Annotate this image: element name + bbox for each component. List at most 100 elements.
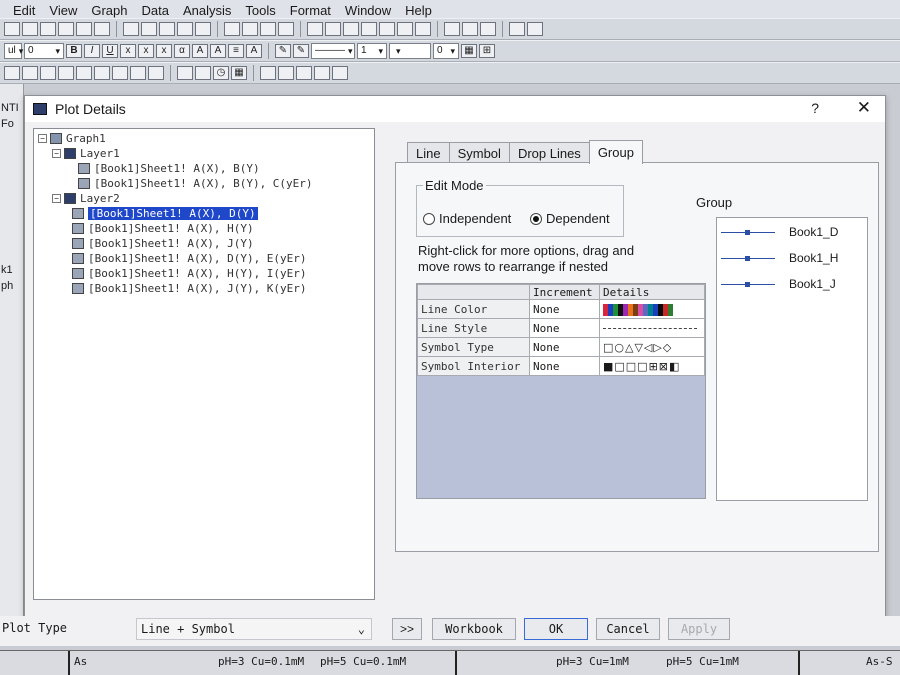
refresh-icon[interactable] bbox=[325, 22, 341, 36]
font-combo[interactable]: ul bbox=[4, 43, 22, 59]
top-x-axis-icon[interactable] bbox=[76, 66, 92, 80]
import-wizard-icon[interactable] bbox=[260, 22, 276, 36]
italic-icon[interactable]: I bbox=[84, 44, 100, 58]
copy-icon[interactable] bbox=[462, 22, 478, 36]
group-members-list[interactable]: Book1_D Book1_H Book1_J bbox=[716, 217, 868, 501]
superscript-icon[interactable]: x bbox=[120, 44, 136, 58]
import-ascii-icon[interactable] bbox=[224, 22, 240, 36]
group-member-item[interactable]: Book1_J bbox=[717, 274, 836, 294]
line-style-combo[interactable]: ——— bbox=[311, 43, 355, 59]
border-icon[interactable]: ⊞ bbox=[479, 44, 495, 58]
menu-data[interactable]: Data bbox=[135, 3, 176, 18]
open-template-icon[interactable] bbox=[141, 22, 157, 36]
menu-tools[interactable]: Tools bbox=[238, 3, 282, 18]
results-log-icon[interactable] bbox=[379, 22, 395, 36]
line-color-icon[interactable]: ✎ bbox=[275, 44, 291, 58]
menu-graph[interactable]: Graph bbox=[84, 3, 134, 18]
menu-analysis[interactable]: Analysis bbox=[176, 3, 238, 18]
recalculate-icon[interactable] bbox=[278, 22, 294, 36]
sub-superscript-icon[interactable]: x bbox=[156, 44, 172, 58]
collapse-icon[interactable]: − bbox=[38, 134, 47, 143]
new-layout-icon[interactable] bbox=[94, 22, 110, 36]
expand-button[interactable]: >> bbox=[392, 618, 422, 640]
paste-icon[interactable] bbox=[480, 22, 496, 36]
grid-icon[interactable]: ▦ bbox=[231, 66, 247, 80]
menu-edit[interactable]: Edit bbox=[6, 3, 42, 18]
inset-data-icon[interactable] bbox=[130, 66, 146, 80]
menu-help[interactable]: Help bbox=[398, 3, 439, 18]
command-window-icon[interactable] bbox=[397, 22, 413, 36]
new-sheet-icon[interactable] bbox=[527, 22, 543, 36]
plot-tree[interactable]: − Graph1 − Layer1 [Book1]Sheet1! A(X), B… bbox=[33, 128, 375, 600]
cut-icon[interactable] bbox=[444, 22, 460, 36]
tree-node-plot[interactable]: [Book1]Sheet1! A(X), J(Y) bbox=[38, 236, 370, 251]
reader-icon[interactable] bbox=[332, 66, 348, 80]
left-align-icon[interactable]: ≡ bbox=[228, 44, 244, 58]
save-icon[interactable] bbox=[177, 22, 193, 36]
open-icon[interactable] bbox=[123, 22, 139, 36]
cancel-button[interactable]: Cancel bbox=[596, 618, 660, 640]
details-cell-symbols[interactable]: □○△▽◁▷◇ bbox=[599, 337, 705, 357]
grid-row-line-style[interactable]: Line Style None bbox=[417, 318, 705, 338]
tab-line[interactable]: Line bbox=[407, 142, 450, 164]
tree-node-plot[interactable]: [Book1]Sheet1! A(X), D(Y), E(yEr) bbox=[38, 251, 370, 266]
mask-icon[interactable] bbox=[278, 66, 294, 80]
dialog-title-bar[interactable]: Plot Details bbox=[25, 96, 885, 122]
underline-icon[interactable]: U bbox=[102, 44, 118, 58]
grid-row-symbol-interior[interactable]: Symbol Interior None ■□□□⊞⊠◧ bbox=[417, 356, 705, 376]
new-project-icon[interactable] bbox=[4, 22, 20, 36]
menu-format[interactable]: Format bbox=[283, 3, 338, 18]
project-explorer-icon[interactable] bbox=[361, 22, 377, 36]
subscript-icon[interactable]: x bbox=[138, 44, 154, 58]
code-builder-icon[interactable] bbox=[415, 22, 431, 36]
tree-node-plot[interactable]: [Book1]Sheet1! A(X), H(Y) bbox=[38, 221, 370, 236]
tree-node-plot[interactable]: [Book1]Sheet1! A(X), B(Y) bbox=[38, 161, 370, 176]
tab-symbol[interactable]: Symbol bbox=[448, 142, 510, 164]
tree-node-plot[interactable]: [Book1]Sheet1! A(X), J(Y), K(yEr) bbox=[38, 281, 370, 296]
tree-node-plot[interactable]: [Book1]Sheet1! A(X), H(Y), I(yEr) bbox=[38, 266, 370, 281]
collapse-icon[interactable]: − bbox=[52, 194, 61, 203]
menu-window[interactable]: Window bbox=[338, 3, 398, 18]
workbook-button[interactable]: Workbook bbox=[432, 618, 516, 640]
tree-node-graph[interactable]: − Graph1 bbox=[38, 131, 370, 146]
collapse-icon[interactable]: − bbox=[52, 149, 61, 158]
table-icon[interactable] bbox=[195, 66, 211, 80]
new-function-icon[interactable] bbox=[76, 22, 92, 36]
increment-cell[interactable]: None bbox=[529, 356, 600, 376]
right-y-axis-icon[interactable] bbox=[94, 66, 110, 80]
group-member-item[interactable]: Book1_D bbox=[717, 222, 838, 242]
line-width-combo[interactable]: 1 bbox=[357, 43, 387, 59]
details-cell-interiors[interactable]: ■□□□⊞⊠◧ bbox=[599, 356, 705, 376]
menu-view[interactable]: View bbox=[42, 3, 84, 18]
merge-icon[interactable] bbox=[22, 66, 38, 80]
details-cell-line-styles[interactable] bbox=[599, 318, 705, 338]
bottom-x-axis-icon[interactable] bbox=[58, 66, 74, 80]
grid-row-symbol-type[interactable]: Symbol Type None □○△▽◁▷◇ bbox=[417, 337, 705, 357]
tree-node-layer[interactable]: − Layer2 bbox=[38, 191, 370, 206]
increment-cell[interactable]: None bbox=[529, 337, 600, 357]
new-matrix-icon[interactable] bbox=[58, 22, 74, 36]
print-icon[interactable] bbox=[307, 22, 323, 36]
pin-icon[interactable] bbox=[314, 66, 330, 80]
import-multiple-icon[interactable] bbox=[242, 22, 258, 36]
apply-button[interactable]: Apply bbox=[668, 618, 730, 640]
increment-grid[interactable]: Increment Details Line Color None Line S… bbox=[416, 283, 706, 499]
decrease-font-icon[interactable]: A bbox=[210, 44, 226, 58]
inset-layer-icon[interactable] bbox=[112, 66, 128, 80]
text-tool-icon[interactable] bbox=[177, 66, 193, 80]
close-icon[interactable]: ✕ bbox=[857, 98, 871, 118]
independent-radio[interactable]: Independent bbox=[423, 211, 511, 226]
tab-group[interactable]: Group bbox=[588, 140, 643, 164]
ok-button[interactable]: OK bbox=[524, 618, 588, 640]
dependent-radio[interactable]: Dependent bbox=[530, 211, 610, 226]
greek-icon[interactable]: α bbox=[174, 44, 190, 58]
clock-icon[interactable]: ◷ bbox=[213, 66, 229, 80]
duplicate-icon[interactable] bbox=[343, 22, 359, 36]
arrange-layers-icon[interactable] bbox=[40, 66, 56, 80]
fill-color-icon[interactable]: ✎ bbox=[293, 44, 309, 58]
increase-font-icon[interactable]: A bbox=[192, 44, 208, 58]
layer-management-icon[interactable] bbox=[148, 66, 164, 80]
brush-icon[interactable] bbox=[260, 66, 276, 80]
font-size-combo[interactable]: 0 bbox=[24, 43, 64, 59]
tree-node-layer[interactable]: − Layer1 bbox=[38, 146, 370, 161]
